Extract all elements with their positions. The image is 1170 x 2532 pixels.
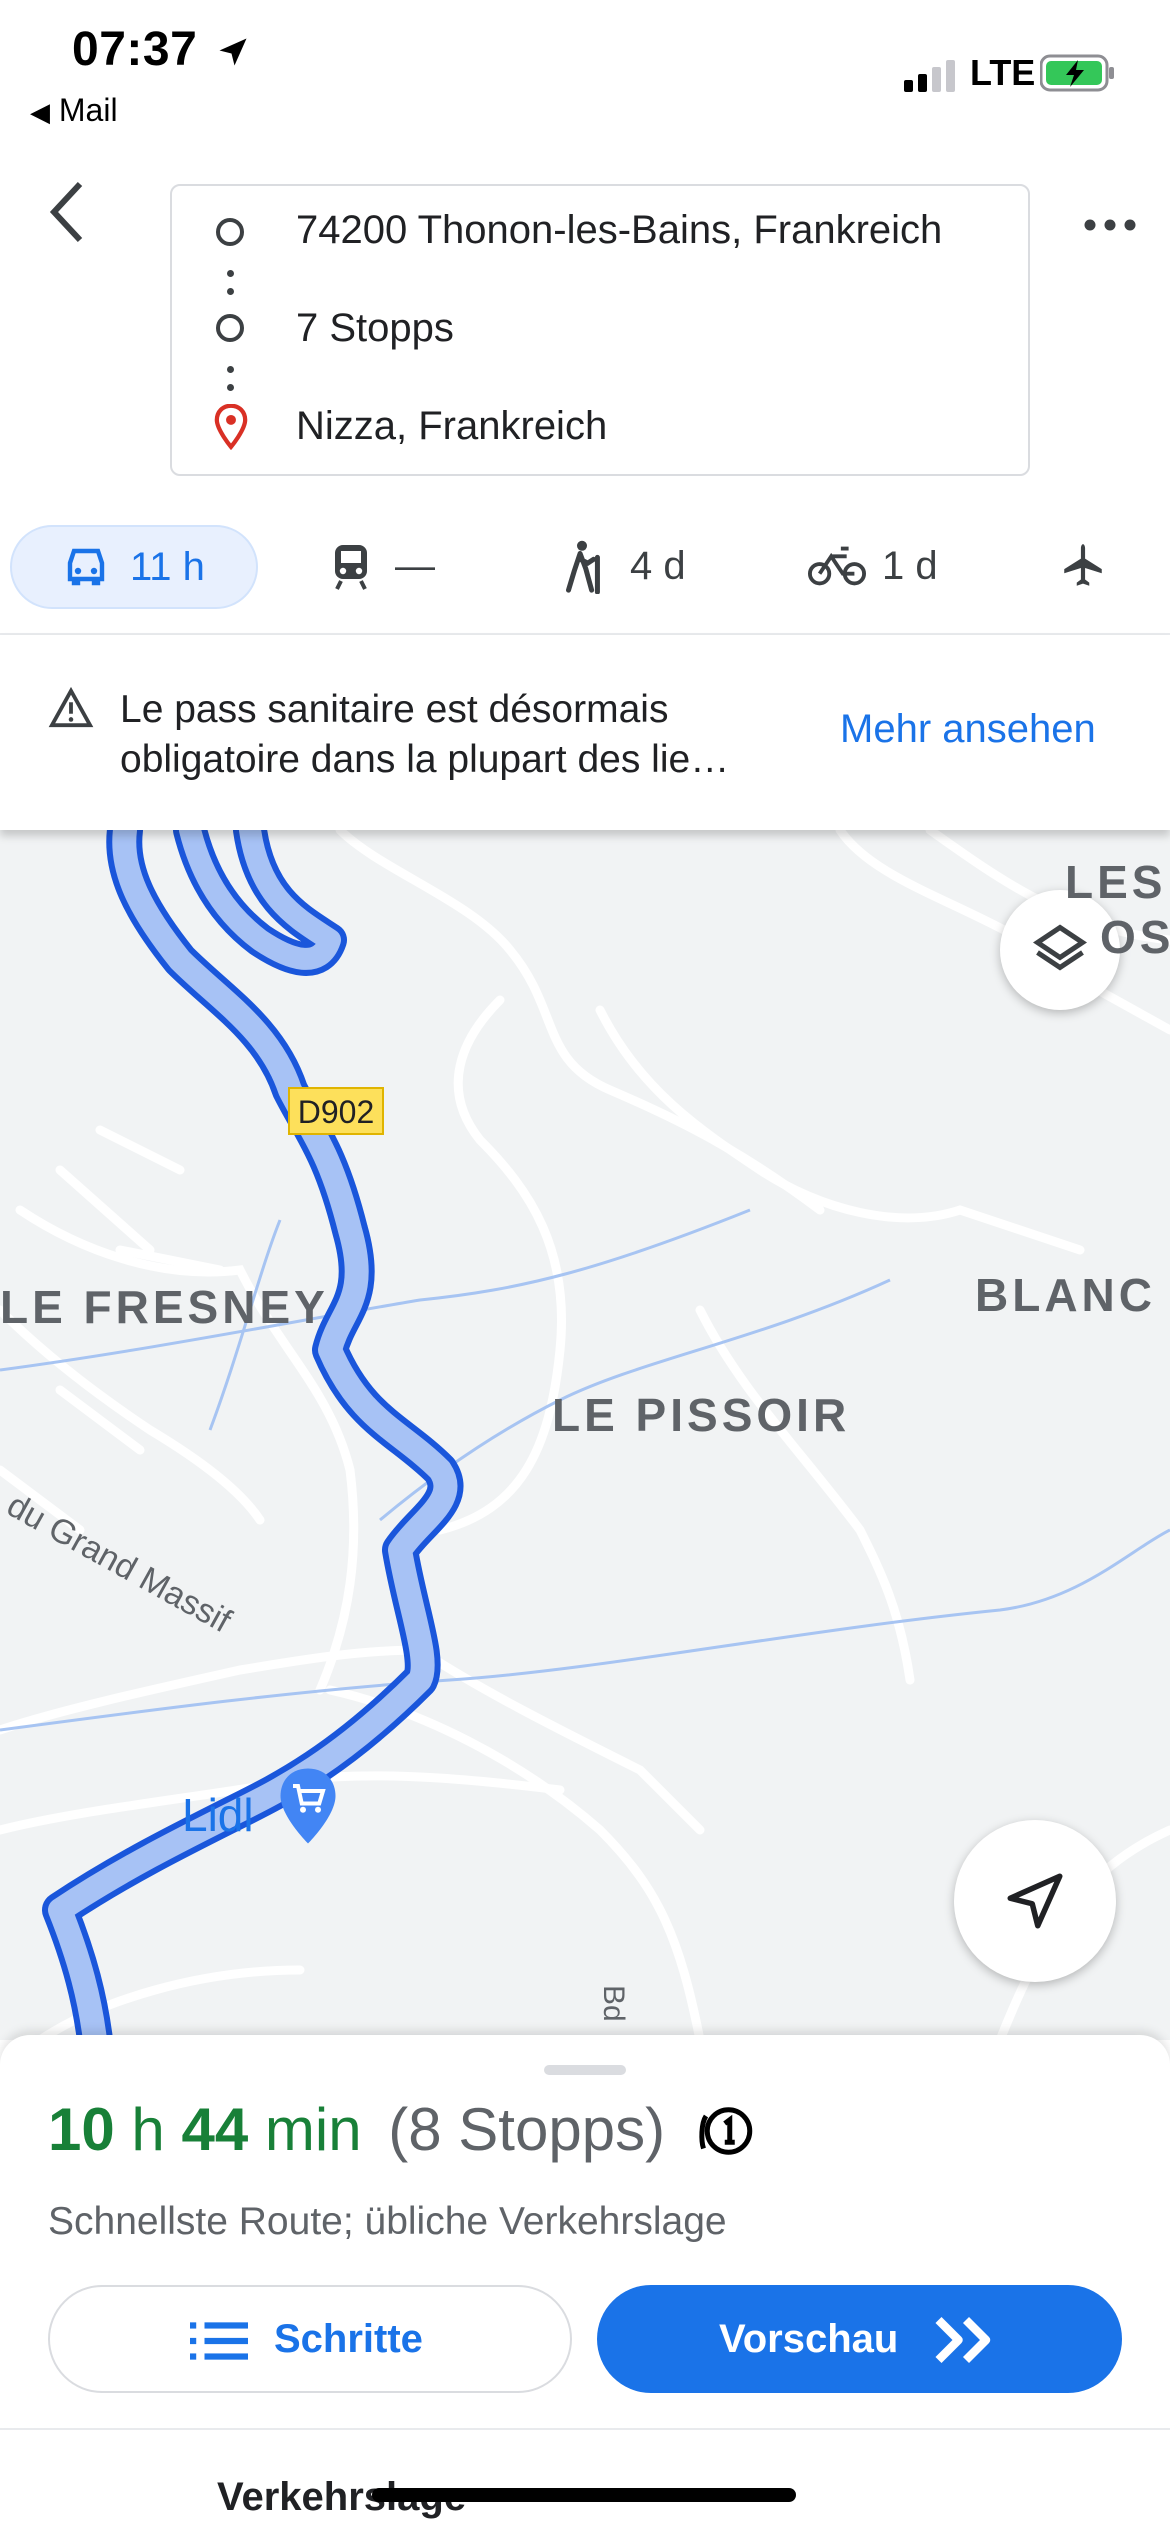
more-info-link[interactable]: Mehr ansehen [840,707,1096,752]
train-icon [335,545,367,590]
toll-info-icon[interactable] [696,2100,756,2162]
notice-line: Le pass sanitaire est désormais [120,688,669,731]
destination-field[interactable]: Nizza, Frankreich [296,404,607,449]
car-duration: 11 h [130,545,205,589]
steps-label: Schritte [274,2317,423,2361]
back-to-app[interactable]: ◀ Mail [30,92,118,129]
road-badge: D902 [288,1087,384,1135]
poi-label[interactable]: Lidl [182,1788,254,1842]
walk-duration: 4 d [630,544,686,588]
preview-label: Vorschau [719,2317,899,2361]
stops-field[interactable]: 7 Stopps [296,306,454,351]
mode-flight-tab[interactable] [1050,530,1120,604]
signal-icon [904,60,955,92]
bike-duration: 1 d [882,544,938,588]
notice-banner: Le pass sanitaire est désormais obligato… [0,635,1170,830]
street-label: Bd [597,1985,630,2022]
route-description: Schnellste Route; übliche Verkehrslage [48,2200,727,2243]
duration-minutes: 44 [181,2096,249,2163]
airplane-icon [1064,544,1102,586]
mode-car-tab[interactable]: 11 h [10,525,258,609]
shopping-cart-pin-icon[interactable] [278,1766,338,1846]
back-arrow-icon[interactable] [42,180,92,244]
mode-walk-tab[interactable]: 4 d [560,530,710,604]
back-app-label: Mail [58,92,118,128]
list-icon [190,2322,248,2360]
hiking-icon [565,540,600,594]
map-label-le-fresney: LE FRESNEY [0,1281,329,1333]
divider [0,2428,1170,2430]
route-dot [227,288,234,295]
route-dot [227,270,234,277]
notice-text: Le pass sanitaire est désormais obligato… [120,685,840,785]
notice-line: obligatoire dans la plupart des lie… [120,738,730,781]
route-dot [227,366,234,373]
bike-icon [808,546,866,586]
navigation-arrow-icon [1007,1873,1063,1929]
duration-hours: 10 [48,2096,115,2163]
preview-button[interactable]: Vorschau [597,2285,1122,2393]
transit-duration: — [395,544,435,588]
network-label: LTE [970,52,1036,93]
mode-bike-tab[interactable]: 1 d [808,530,948,604]
mode-transit-tab[interactable]: — [325,530,465,604]
duration: 10 h 44 min (8 Stopps) [48,2095,756,2164]
my-location-button[interactable] [954,1820,1116,1982]
double-chevron-icon [935,2316,991,2364]
layers-icon [1032,924,1088,971]
origin-circle-icon [216,218,244,246]
steps-button[interactable]: Schritte [48,2285,572,2393]
map-label-blanc: BLANC [975,1269,1156,1321]
stops-count: (8 Stopps) [388,2096,666,2163]
sheet-handle[interactable] [544,2065,626,2075]
back-triangle-icon: ◀ [30,97,50,127]
route-summary-sheet: 10 h 44 min (8 Stopps) Schnellste Route;… [0,2035,1170,2532]
car-icon [67,548,105,586]
destination-pin-icon [214,404,248,450]
origin-field[interactable]: 74200 Thonon-les-Bains, Frankreich [296,208,942,253]
duration-hours-unit: h [131,2096,165,2163]
map-label-les: LES [1065,856,1167,908]
battery-charging-icon [1040,54,1114,92]
duration-minutes-unit: min [264,2096,362,2163]
more-options-icon[interactable] [1082,210,1138,240]
route-inputs[interactable]: 74200 Thonon-les-Bains, Frankreich 7 Sto… [170,184,1030,476]
route-dot [227,384,234,391]
map-label-os: OS [1100,911,1170,963]
location-arrow-icon [219,38,247,66]
home-indicator[interactable] [372,2488,796,2502]
warning-icon [48,687,94,728]
status-time: 07:37 [72,22,251,77]
stops-circle-icon [216,314,244,342]
map-label-le-pissoir: LE PISSOIR [552,1389,851,1441]
